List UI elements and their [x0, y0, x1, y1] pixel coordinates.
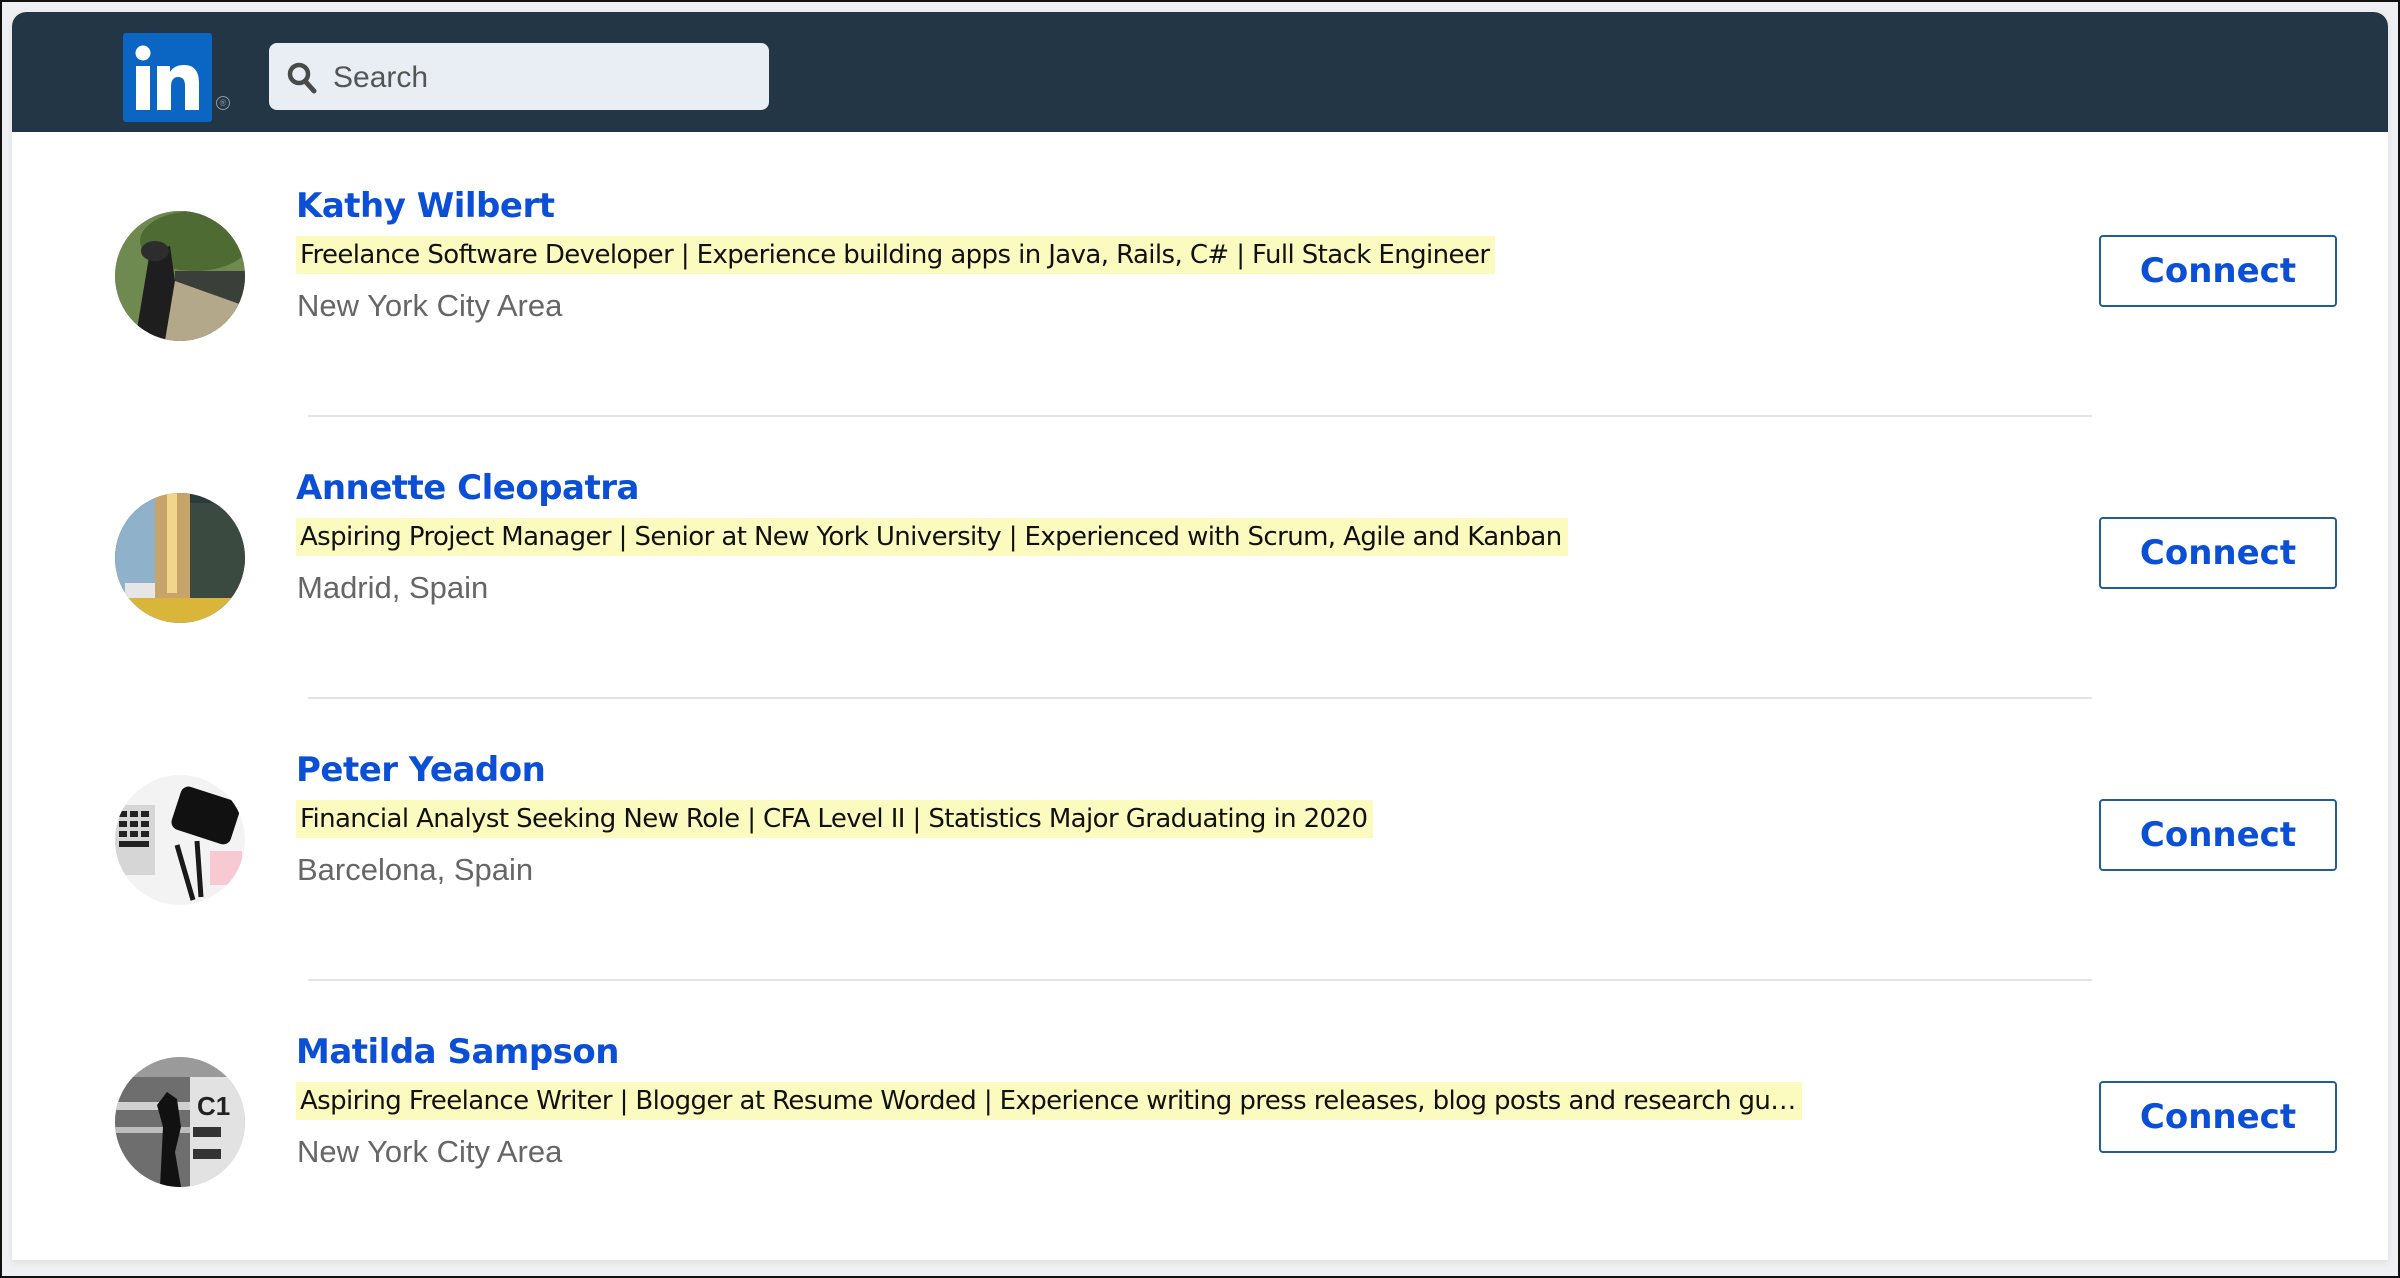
profile-location: New York City Area: [297, 1134, 563, 1169]
connect-button[interactable]: Connect: [2099, 799, 2337, 871]
profile-name-link[interactable]: Matilda Sampson: [296, 1032, 619, 1072]
profile-headline: Financial Analyst Seeking New Role | CFA…: [296, 800, 1374, 838]
avatar-photo: [115, 775, 245, 905]
profile-location: Madrid, Spain: [297, 570, 489, 605]
profile-name-link[interactable]: Peter Yeadon: [296, 750, 546, 790]
result-row: Peter Yeadon Financial Analyst Seeking N…: [12, 696, 2388, 978]
avatar-peter-yeadon[interactable]: [115, 775, 245, 905]
profile-name-link[interactable]: Kathy Wilbert: [296, 186, 555, 226]
profile-headline: Aspiring Freelance Writer | Blogger at R…: [296, 1082, 1802, 1120]
result-row: Annette Cleopatra Aspiring Project Manag…: [12, 414, 2388, 696]
avatar-photo: C1: [115, 1057, 245, 1187]
svg-text:C1: C1: [197, 1091, 230, 1121]
connect-button[interactable]: Connect: [2099, 235, 2337, 307]
profile-location: New York City Area: [297, 288, 563, 323]
profile-location: Barcelona, Spain: [297, 852, 534, 887]
avatar-photo: [115, 493, 245, 623]
linkedin-logo[interactable]: [123, 33, 212, 122]
linkedin-in-icon: [135, 45, 199, 110]
profile-headline: Aspiring Project Manager | Senior at New…: [296, 518, 1568, 556]
profile-name-link[interactable]: Annette Cleopatra: [296, 468, 639, 508]
avatar-matilda-sampson[interactable]: C1: [115, 1057, 245, 1187]
connect-button[interactable]: Connect: [2099, 1081, 2337, 1153]
result-row: C1 Matilda Sampson Aspiring Freelance Wr…: [12, 978, 2388, 1260]
top-nav: ®: [12, 12, 2388, 132]
search-bar[interactable]: [269, 43, 769, 112]
result-row: Kathy Wilbert Freelance Software Develop…: [12, 132, 2388, 414]
profile-headline: Freelance Software Developer | Experienc…: [296, 236, 1496, 274]
avatar-annette-cleopatra[interactable]: [115, 493, 245, 623]
avatar-kathy-wilbert[interactable]: [115, 211, 245, 341]
avatar-photo: [115, 211, 245, 341]
results-card: ® Kathy Wilbert Freelance Software Devel…: [12, 12, 2388, 1260]
connect-button[interactable]: Connect: [2099, 517, 2337, 589]
search-input[interactable]: [331, 43, 755, 112]
search-icon: [287, 62, 317, 94]
registered-mark: ®: [216, 96, 230, 110]
